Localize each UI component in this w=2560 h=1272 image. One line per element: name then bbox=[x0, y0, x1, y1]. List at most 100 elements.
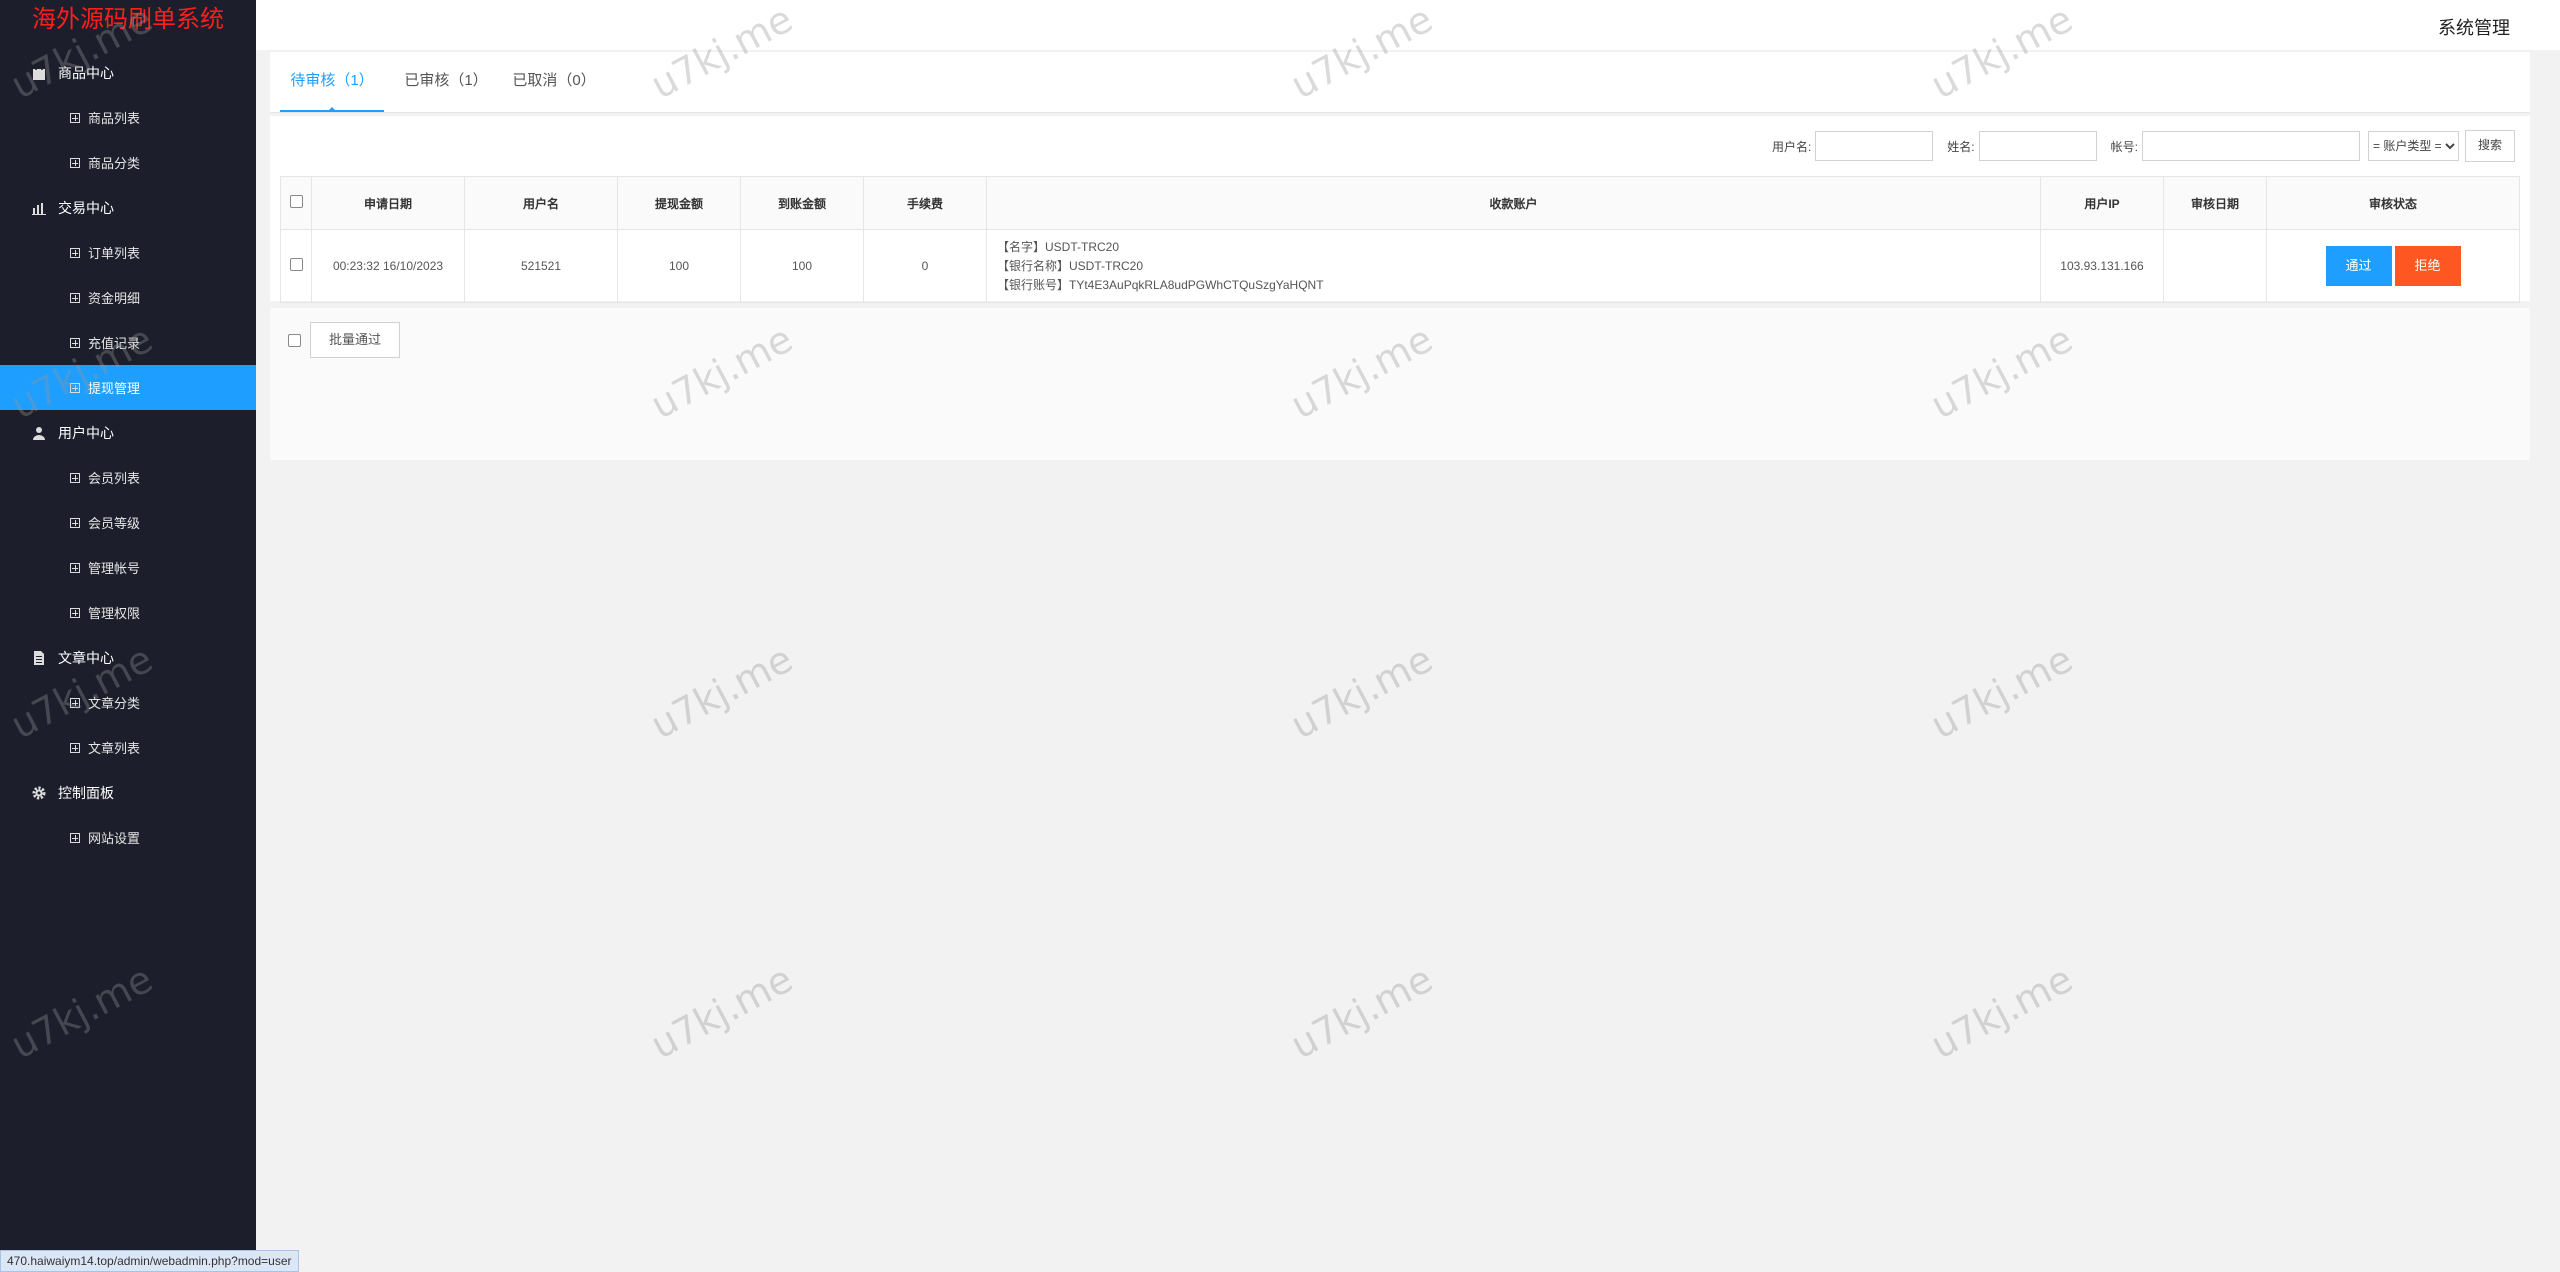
withdraw-table: 申请日期 用户名 提现金额 到账金额 手续费 收款账户 用户IP 审核日期 审核… bbox=[280, 176, 2520, 303]
sidebar-group-trade[interactable]: 交易中心 bbox=[0, 185, 256, 230]
cell-review-actions: 通过 拒绝 bbox=[2266, 229, 2520, 303]
sidebar-item-article-list[interactable]: 文章列表 bbox=[0, 725, 256, 770]
system-management-link[interactable]: 系统管理 bbox=[2438, 14, 2510, 40]
approve-button[interactable]: 通过 bbox=[2325, 246, 2392, 286]
shopping-bag-icon bbox=[30, 64, 48, 82]
watermark: u7kj.me bbox=[1923, 956, 2080, 1068]
sidebar-item-product-category[interactable]: 商品分类 bbox=[0, 140, 256, 185]
sidebar-group-label: 商品中心 bbox=[58, 64, 114, 81]
cell-fee: 0 bbox=[863, 229, 987, 303]
search-button[interactable]: 搜索 bbox=[2464, 130, 2515, 162]
col-receiving-account: 收款账户 bbox=[986, 176, 2041, 230]
sidebar-group-users[interactable]: 用户中心 bbox=[0, 410, 256, 455]
watermark: u7kj.me bbox=[1283, 636, 1440, 748]
sidebar-item-recharge-records[interactable]: 充值记录 bbox=[0, 320, 256, 365]
sidebar-group-label: 用户中心 bbox=[58, 424, 114, 441]
sidebar-item-label: 网站设置 bbox=[88, 831, 141, 846]
sidebar-item-label: 订单列表 bbox=[88, 246, 141, 261]
plus-square-icon bbox=[70, 112, 80, 123]
browser-status-url: 470.haiwaiym14.top/admin/webadmin.php?mo… bbox=[0, 1250, 299, 1272]
col-received-amount: 到账金额 bbox=[740, 176, 864, 230]
tab-cancelled[interactable]: 已取消（0） bbox=[502, 52, 606, 110]
cell-received-amount: 100 bbox=[740, 229, 864, 303]
top-header: 系统管理 bbox=[256, 0, 2560, 50]
plus-square-icon bbox=[70, 697, 80, 708]
gear-icon bbox=[30, 784, 48, 802]
plus-square-icon bbox=[70, 382, 80, 393]
plus-square-icon bbox=[70, 157, 80, 168]
cell-receiving-account: 【名字】USDT-TRC20 【银行名称】USDT-TRC20 【银行账号】TY… bbox=[986, 229, 2041, 303]
withdraw-panel: 用户名: 姓名: 帐号: = 账户类型 = 搜索 申请日期 用户名 提现金额 到… bbox=[270, 116, 2530, 303]
sidebar-item-label: 文章分类 bbox=[88, 696, 141, 711]
plus-square-icon bbox=[70, 292, 80, 303]
row-select-cell bbox=[280, 229, 312, 303]
name-input[interactable] bbox=[1978, 131, 2097, 161]
sidebar: 海外源码刷单系统 商品中心 商品列表 商品分类 交易中心 订单列表 资金明细 充… bbox=[0, 0, 256, 1271]
batch-select-checkbox[interactable] bbox=[288, 334, 301, 347]
account-number-line: 【银行账号】TYt4E3AuPqkRLA8udPGWhCTQuSzgYaHQNT bbox=[997, 277, 1324, 292]
sidebar-item-label: 会员等级 bbox=[88, 516, 141, 531]
sidebar-item-label: 管理帐号 bbox=[88, 561, 141, 576]
sidebar-item-label: 文章列表 bbox=[88, 741, 141, 756]
col-apply-date: 申请日期 bbox=[311, 176, 465, 230]
sidebar-item-label: 提现管理 bbox=[88, 381, 141, 396]
plus-square-icon bbox=[70, 337, 80, 348]
table-row: 00:23:32 16/10/2023 521521 100 100 0 【名字… bbox=[280, 229, 2520, 303]
watermark: u7kj.me bbox=[1923, 636, 2080, 748]
cell-username: 521521 bbox=[464, 229, 618, 303]
sidebar-group-label: 控制面板 bbox=[58, 784, 114, 801]
watermark: u7kj.me bbox=[1283, 956, 1440, 1068]
cell-user-ip: 103.93.131.166 bbox=[2040, 229, 2164, 303]
brand-title: 海外源码刷单系统 bbox=[32, 5, 224, 33]
sidebar-item-product-list[interactable]: 商品列表 bbox=[0, 95, 256, 140]
reject-button[interactable]: 拒绝 bbox=[2394, 246, 2461, 286]
username-input[interactable] bbox=[1815, 131, 1934, 161]
col-withdraw-amount: 提现金额 bbox=[617, 176, 741, 230]
sidebar-group-label: 交易中心 bbox=[58, 199, 114, 216]
account-label: 帐号: bbox=[2110, 139, 2138, 154]
plus-square-icon bbox=[70, 517, 80, 528]
batch-actions-panel: 批量通过 bbox=[270, 308, 2530, 460]
sidebar-item-withdraw-management[interactable]: 提现管理 bbox=[0, 365, 256, 410]
plus-square-icon bbox=[70, 247, 80, 258]
account-name-line: 【名字】USDT-TRC20 bbox=[997, 239, 1120, 254]
col-user-ip: 用户IP bbox=[2040, 176, 2164, 230]
plus-square-icon bbox=[70, 832, 80, 843]
sidebar-item-admin-permissions[interactable]: 管理权限 bbox=[0, 590, 256, 635]
account-input[interactable] bbox=[2141, 131, 2360, 161]
plus-square-icon bbox=[70, 607, 80, 618]
sidebar-item-admin-accounts[interactable]: 管理帐号 bbox=[0, 545, 256, 590]
search-bar: 用户名: 姓名: 帐号: = 账户类型 = 搜索 bbox=[1758, 130, 2515, 162]
sidebar-item-order-list[interactable]: 订单列表 bbox=[0, 230, 256, 275]
account-type-select[interactable]: = 账户类型 = bbox=[2367, 131, 2459, 161]
sidebar-item-label: 会员列表 bbox=[88, 471, 141, 486]
sidebar-item-member-levels[interactable]: 会员等级 bbox=[0, 500, 256, 545]
plus-square-icon bbox=[70, 562, 80, 573]
plus-square-icon bbox=[70, 742, 80, 753]
tab-approved[interactable]: 已审核（1） bbox=[394, 52, 498, 110]
sidebar-item-label: 管理权限 bbox=[88, 606, 141, 621]
sidebar-item-fund-details[interactable]: 资金明细 bbox=[0, 275, 256, 320]
table-header-row: 申请日期 用户名 提现金额 到账金额 手续费 收款账户 用户IP 审核日期 审核… bbox=[280, 176, 2520, 230]
sidebar-item-label: 资金明细 bbox=[88, 291, 141, 306]
watermark: u7kj.me bbox=[643, 636, 800, 748]
col-review-date: 审核日期 bbox=[2163, 176, 2267, 230]
document-icon bbox=[30, 649, 48, 667]
select-all-checkbox[interactable] bbox=[289, 195, 303, 208]
watermark: u7kj.me bbox=[643, 956, 800, 1068]
sidebar-group-control-panel[interactable]: 控制面板 bbox=[0, 770, 256, 815]
sidebar-item-site-settings[interactable]: 网站设置 bbox=[0, 815, 256, 860]
sidebar-item-member-list[interactable]: 会员列表 bbox=[0, 455, 256, 500]
sidebar-nav: 商品中心 商品列表 商品分类 交易中心 订单列表 资金明细 充值记录 提现管理 … bbox=[0, 50, 256, 860]
plus-square-icon bbox=[70, 472, 80, 483]
cell-review-date bbox=[2163, 229, 2267, 303]
sidebar-item-label: 充值记录 bbox=[88, 336, 141, 351]
sidebar-group-products[interactable]: 商品中心 bbox=[0, 50, 256, 95]
sidebar-group-articles[interactable]: 文章中心 bbox=[0, 635, 256, 680]
sidebar-item-article-categories[interactable]: 文章分类 bbox=[0, 680, 256, 725]
account-bank-line: 【银行名称】USDT-TRC20 bbox=[997, 258, 1144, 273]
tab-pending[interactable]: 待审核（1） bbox=[280, 52, 384, 112]
name-label: 姓名: bbox=[1947, 139, 1975, 154]
batch-approve-button[interactable]: 批量通过 bbox=[310, 322, 401, 358]
row-checkbox[interactable] bbox=[289, 258, 303, 271]
